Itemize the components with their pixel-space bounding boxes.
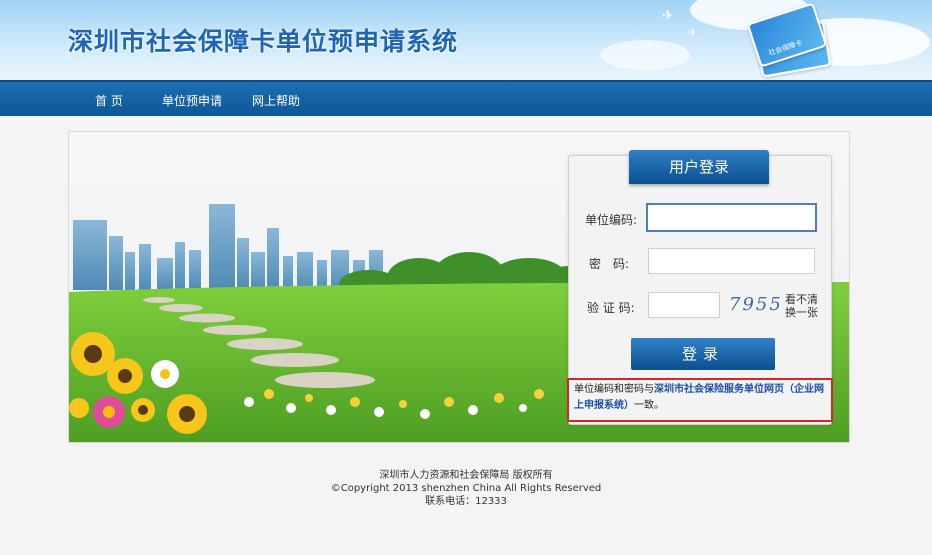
captcha-label: 验 证 码: [587,301,635,315]
nav-item-pre-application[interactable]: 单位预申请 [162,92,222,109]
footer-copyright-owner: 深圳市人力资源和社会保障局 版权所有 [379,470,553,481]
captcha-refresh-line2: 换一张 [785,306,818,319]
password-label: 密 码: [589,257,630,271]
captcha-image[interactable]: 7955 [729,292,781,318]
header-banner: ✈ ✈ ✈ 社会保障卡 深圳市社会保障卡单位预申请系统 [0,0,932,80]
login-title: 用户登录 [629,150,769,184]
footer-phone: 联系电话：12333 [425,496,507,507]
site-title: 深圳市社会保障卡单位预申请系统 [68,27,459,56]
login-button[interactable]: 登录 [631,338,775,370]
captcha-refresh-line1: 看不清 [785,293,818,306]
captcha-input[interactable] [648,292,720,318]
bird-icon: ✈ [645,42,653,52]
nav-item-home[interactable]: 首 页 [95,92,123,109]
bird-icon: ✈ [662,8,674,24]
unit-code-label: 单位编码: [585,213,638,227]
captcha-refresh-link[interactable]: 看不清 换一张 [785,293,818,319]
bird-icon: ✈ [688,26,698,39]
nav-item-help[interactable]: 网上帮助 [252,92,300,109]
notice-prefix: 单位编码和密码与 [574,384,654,395]
main-nav: 首 页 单位预申请 网上帮助 [0,80,932,116]
unit-code-input[interactable] [646,203,817,232]
notice-suffix: 一致。 [634,400,664,411]
login-panel: 用户登录 单位编码: 密 码: 验 证 码: 7955 看不清 换一张 登录 单… [567,150,833,425]
footer: 深圳市人力资源和社会保障局 版权所有 ©Copyright 2013 shenz… [0,469,932,508]
login-notice: 单位编码和密码与深圳市社会保险服务单位网页（企业网上申报系统）一致。 [567,378,833,422]
password-input[interactable] [648,248,815,274]
card-label: 社会保障卡 [767,38,804,58]
footer-copyright: ©Copyright 2013 shenzhen China All Right… [330,483,602,494]
